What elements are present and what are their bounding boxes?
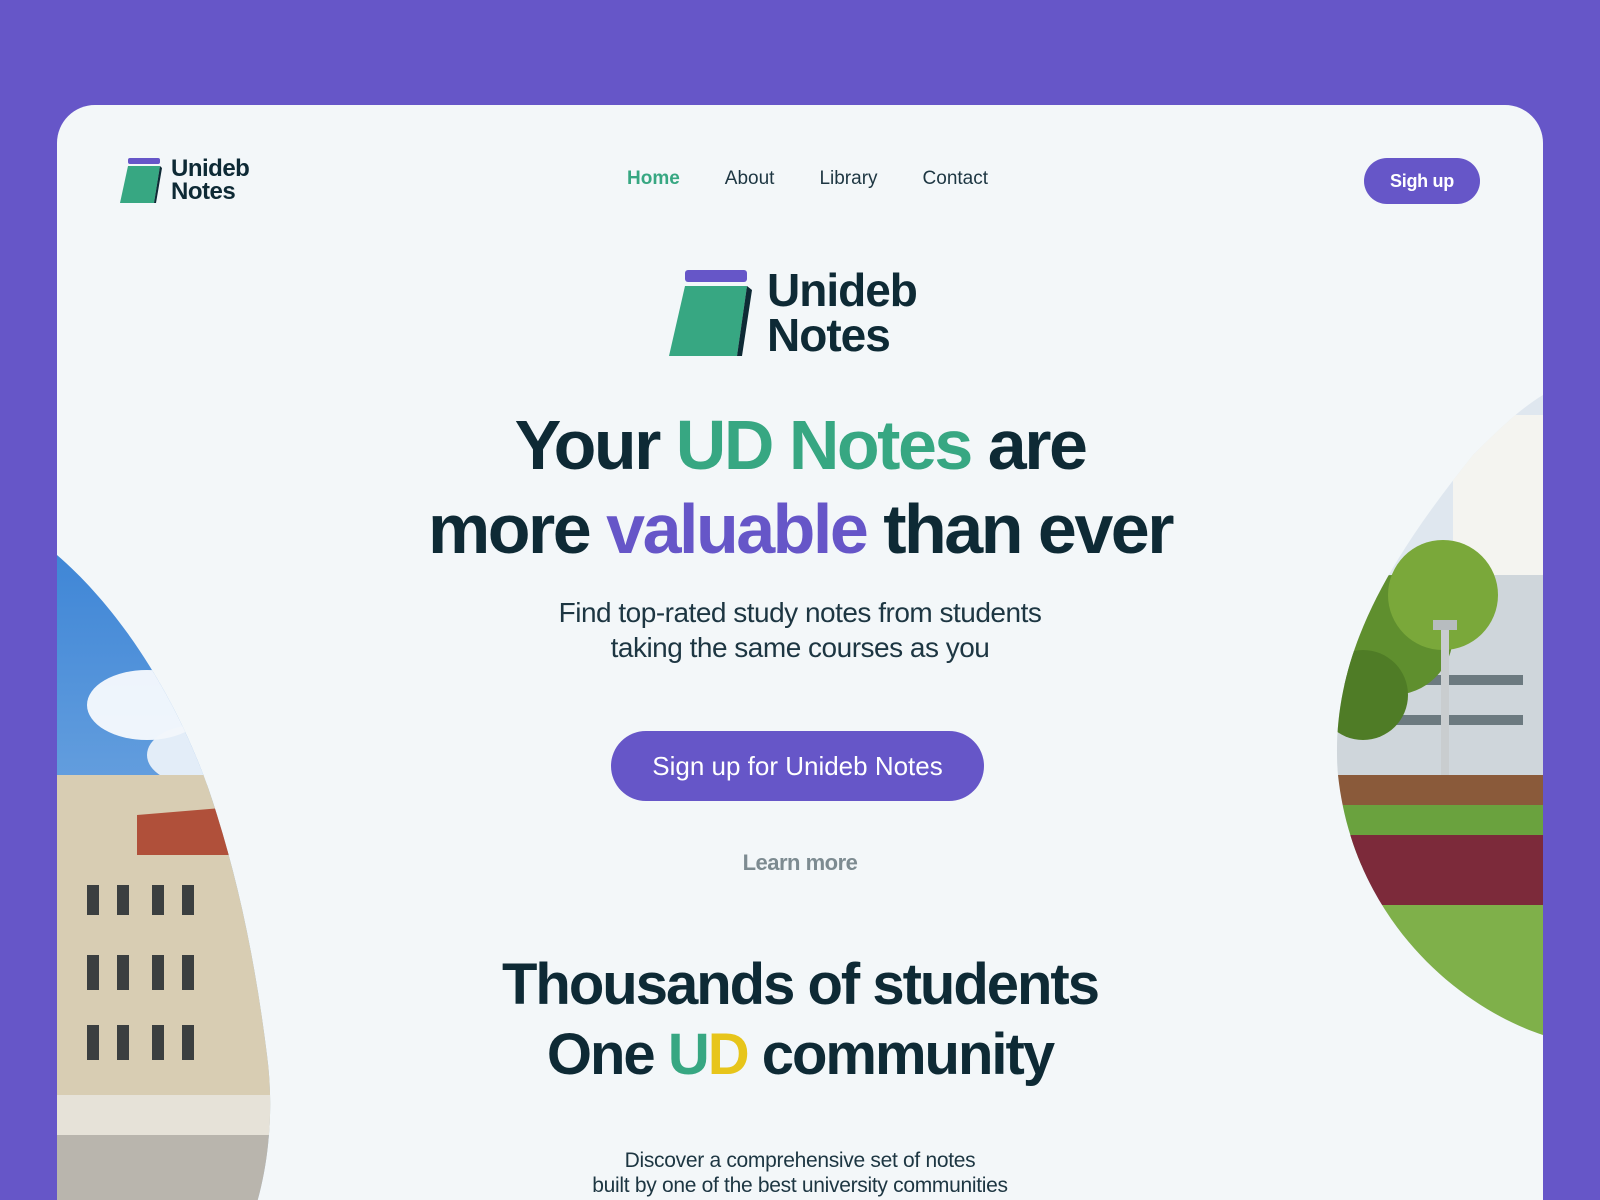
learn-more-link[interactable]: Learn more: [57, 850, 1543, 876]
hero-subtitle: Find top-rated study notes from students…: [57, 595, 1543, 665]
landing-page-window: Unideb Notes Home About Library Contact …: [57, 105, 1543, 1200]
hero-logo-wordmark: Unideb Notes: [767, 264, 918, 361]
headline-text: more: [428, 490, 607, 568]
subtitle-line-2: taking the same courses as you: [610, 632, 990, 663]
subtitle-line-1: Find top-rated study notes from students: [558, 597, 1042, 628]
community-heading-text: One: [546, 1022, 668, 1087]
ud-letter-d: D: [707, 1022, 750, 1087]
headline-text: are: [970, 406, 1088, 484]
headline-text: than ever: [866, 490, 1174, 568]
headline-highlight-valuable: valuable: [606, 490, 869, 568]
main-nav: Home About Library Contact: [627, 168, 988, 190]
header-logo[interactable]: Unideb Notes: [120, 155, 250, 205]
headline-highlight-ud-notes: UD Notes: [675, 406, 974, 484]
logo-line-2: Notes: [171, 178, 236, 205]
ud-letter-u: U: [667, 1022, 710, 1087]
description-line-1: Discover a comprehensive set of notes: [624, 1149, 976, 1172]
notebook-logo-icon: [120, 157, 162, 203]
headline-text: Your: [514, 406, 676, 484]
logo-line-1: Unideb: [171, 155, 250, 182]
signup-cta-button[interactable]: Sign up for Unideb Notes: [611, 731, 984, 801]
community-heading: Thousands of students One UD community: [57, 950, 1543, 1090]
community-description: Discover a comprehensive set of notes bu…: [57, 1148, 1543, 1198]
community-heading-line-1: Thousands of students: [502, 952, 1100, 1017]
notebook-logo-icon: [669, 270, 752, 356]
description-line-2: built by one of the best university comm…: [592, 1174, 1008, 1197]
hero-headline: Your UD Notes are more valuable than eve…: [57, 403, 1543, 571]
community-heading-text: community: [747, 1022, 1055, 1087]
nav-about[interactable]: About: [725, 168, 775, 190]
hero-logo-line-1: Unideb: [767, 264, 918, 316]
signup-button[interactable]: Sigh up: [1364, 158, 1480, 204]
hero-logo-line-2: Notes: [767, 309, 891, 361]
nav-contact[interactable]: Contact: [923, 168, 988, 190]
nav-library[interactable]: Library: [819, 168, 877, 190]
nav-home[interactable]: Home: [627, 168, 680, 190]
hero-logo: Unideb Notes: [669, 264, 918, 361]
header-logo-wordmark: Unideb Notes: [171, 155, 250, 205]
